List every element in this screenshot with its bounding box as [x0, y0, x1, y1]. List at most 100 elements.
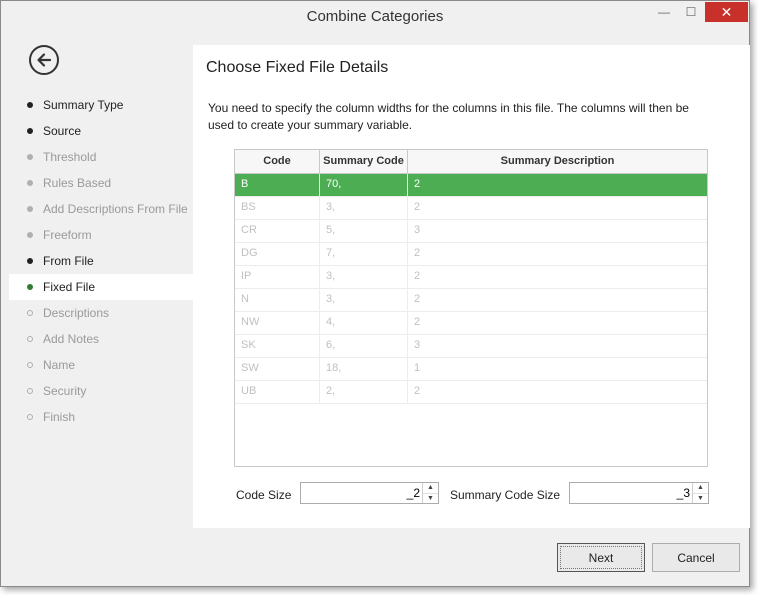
wizard-step-summary-type[interactable]: Summary Type [9, 92, 193, 118]
wizard-step-source[interactable]: Source [9, 118, 193, 144]
wizard-step-security[interactable]: Security [9, 378, 193, 404]
step-status-bullet [27, 180, 33, 186]
cell-summary-description: 3 [414, 224, 421, 236]
cell-summary-code: 4, [320, 312, 408, 334]
cell-summary-code: 3, [320, 197, 408, 219]
table-row[interactable]: N 3, 2 [235, 289, 707, 312]
table-row[interactable]: IP 3, 2 [235, 266, 707, 289]
cell-code: BS [235, 197, 320, 219]
cell-summary-description: 2 [414, 201, 421, 213]
wizard-step-add-descriptions-from-file[interactable]: Add Descriptions From File [9, 196, 193, 222]
wizard-step-add-notes[interactable]: Add Notes [9, 326, 193, 352]
cell-code: SK [235, 335, 320, 357]
summary-code-size-stepper[interactable]: ▲ ▼ [569, 482, 709, 504]
cancel-button[interactable]: Cancel [652, 543, 740, 572]
wizard-step-from-file[interactable]: From File [9, 248, 193, 274]
code-size-down-button[interactable]: ▼ [423, 494, 438, 504]
wizard-step-label: Add Descriptions From File [43, 202, 188, 216]
code-size-input[interactable] [301, 483, 424, 503]
summary-code-size-up-button[interactable]: ▲ [693, 483, 708, 494]
step-status-bullet [27, 336, 33, 342]
maximize-button[interactable]: ☐ [678, 2, 704, 22]
step-status-bullet [27, 128, 33, 134]
cell-code: SW [235, 358, 320, 380]
wizard-step-finish[interactable]: Finish [9, 404, 193, 430]
cell-code: B [235, 174, 320, 196]
summary-code-size-label: Summary Code Size [450, 488, 561, 502]
cell-summary-description: 2 [414, 178, 421, 190]
summary-code-size-input[interactable] [570, 483, 694, 503]
instructions-text: You need to specify the column widths fo… [208, 101, 689, 132]
wizard-step-label: Security [43, 384, 87, 398]
column-header-summary-description[interactable]: Summary Description [408, 150, 707, 173]
wizard-step-label: Freeform [43, 228, 92, 242]
code-size-stepper[interactable]: ▲ ▼ [300, 482, 439, 504]
step-status-bullet [27, 362, 33, 368]
fixed-file-grid[interactable]: Code Summary Code Summary Description B7… [234, 149, 708, 467]
size-fields: Code Size ▲ ▼ Summary Code Size ▲ ▼ [193, 482, 750, 512]
table-row[interactable]: DG 7, 2 [235, 243, 707, 266]
cell-code: IP [235, 266, 320, 288]
wizard-step-threshold[interactable]: Threshold [9, 144, 193, 170]
table-row[interactable]: SK 6, 3 [235, 335, 707, 358]
column-header-summary-code[interactable]: Summary Code [320, 150, 408, 173]
cell-summary-description: 1 [414, 362, 421, 374]
cell-summary-code: 3, [320, 289, 408, 311]
step-status-bullet [27, 154, 33, 160]
table-row[interactable]: UB 2, 2 [235, 381, 707, 404]
arrow-left-icon [37, 53, 52, 67]
content-panel: Choose Fixed File Details You need to sp… [193, 45, 750, 528]
code-size-label: Code Size [236, 488, 292, 502]
step-status-bullet [27, 258, 33, 264]
wizard-step-label: Rules Based [43, 176, 112, 190]
wizard-step-rules-based[interactable]: Rules Based [9, 170, 193, 196]
back-button[interactable] [29, 45, 59, 75]
step-status-bullet [27, 284, 33, 290]
code-size-up-button[interactable]: ▲ [423, 483, 438, 494]
close-button[interactable]: ✕ [705, 2, 748, 22]
wizard-step-label: Finish [43, 410, 76, 424]
wizard-sidebar: Summary Type Source Threshold Rules Based Ad… [9, 33, 193, 528]
cell-summary-description: 2 [414, 247, 421, 259]
grid-body: B 70, 2 BS 3, 2 CR 5, 3 DG 7, 2 IP 3, 2 N 3, 2 NW 4, 2 SK 6, 3 S… [235, 174, 707, 404]
cell-summary-code: 7, [320, 243, 408, 265]
wizard-step-label: Add Notes [43, 332, 100, 346]
cell-code: UB [235, 381, 320, 403]
wizard-step-label: Threshold [43, 150, 97, 164]
cell-summary-code: 70, [320, 174, 408, 196]
table-row[interactable]: BS 3, 2 [235, 197, 707, 220]
summary-code-size-down-button[interactable]: ▼ [693, 494, 708, 504]
step-status-bullet [27, 310, 33, 316]
window-title: Combine Categories [306, 8, 444, 25]
cell-code: NW [235, 312, 320, 334]
wizard-step-list: Summary Type Source Threshold Rules Based Ad… [9, 92, 193, 430]
wizard-step-label: Descriptions [43, 306, 110, 320]
cell-code: CR [235, 220, 320, 242]
cell-summary-code: 6, [320, 335, 408, 357]
cell-summary-description: 2 [414, 316, 421, 328]
cell-code: N [235, 289, 320, 311]
minimize-button[interactable]: — [651, 2, 677, 22]
table-row[interactable]: CR 5, 3 [235, 220, 707, 243]
next-button[interactable]: Next [557, 543, 645, 572]
table-row[interactable]: B 70, 2 [235, 174, 707, 197]
wizard-step-label: Summary Type [43, 98, 124, 112]
wizard-step-label: Fixed File [43, 280, 96, 294]
cell-summary-code: 3, [320, 266, 408, 288]
dialog-window: Combine Categories — ☐ ✕ Summary Type Sou… [0, 0, 750, 587]
column-header-code[interactable]: Code [235, 150, 320, 173]
table-row[interactable]: NW 4, 2 [235, 312, 707, 335]
cell-summary-description: 3 [414, 339, 421, 351]
wizard-step-descriptions[interactable]: Descriptions [9, 300, 193, 326]
grid-header: Code Summary Code Summary Description [235, 150, 707, 174]
wizard-step-freeform[interactable]: Freeform [9, 222, 193, 248]
wizard-step-label: Name [43, 358, 76, 372]
wizard-step-fixed-file[interactable]: Fixed File [9, 274, 193, 300]
title-bar: Combine Categories — ☐ ✕ [1, 1, 749, 32]
wizard-step-name[interactable]: Name [9, 352, 193, 378]
step-status-bullet [27, 414, 33, 420]
wizard-step-label: Source [43, 124, 82, 138]
dialog-body: Summary Type Source Threshold Rules Based Ad… [9, 33, 750, 580]
wizard-step-label: From File [43, 254, 94, 268]
table-row[interactable]: SW 18, 1 [235, 358, 707, 381]
